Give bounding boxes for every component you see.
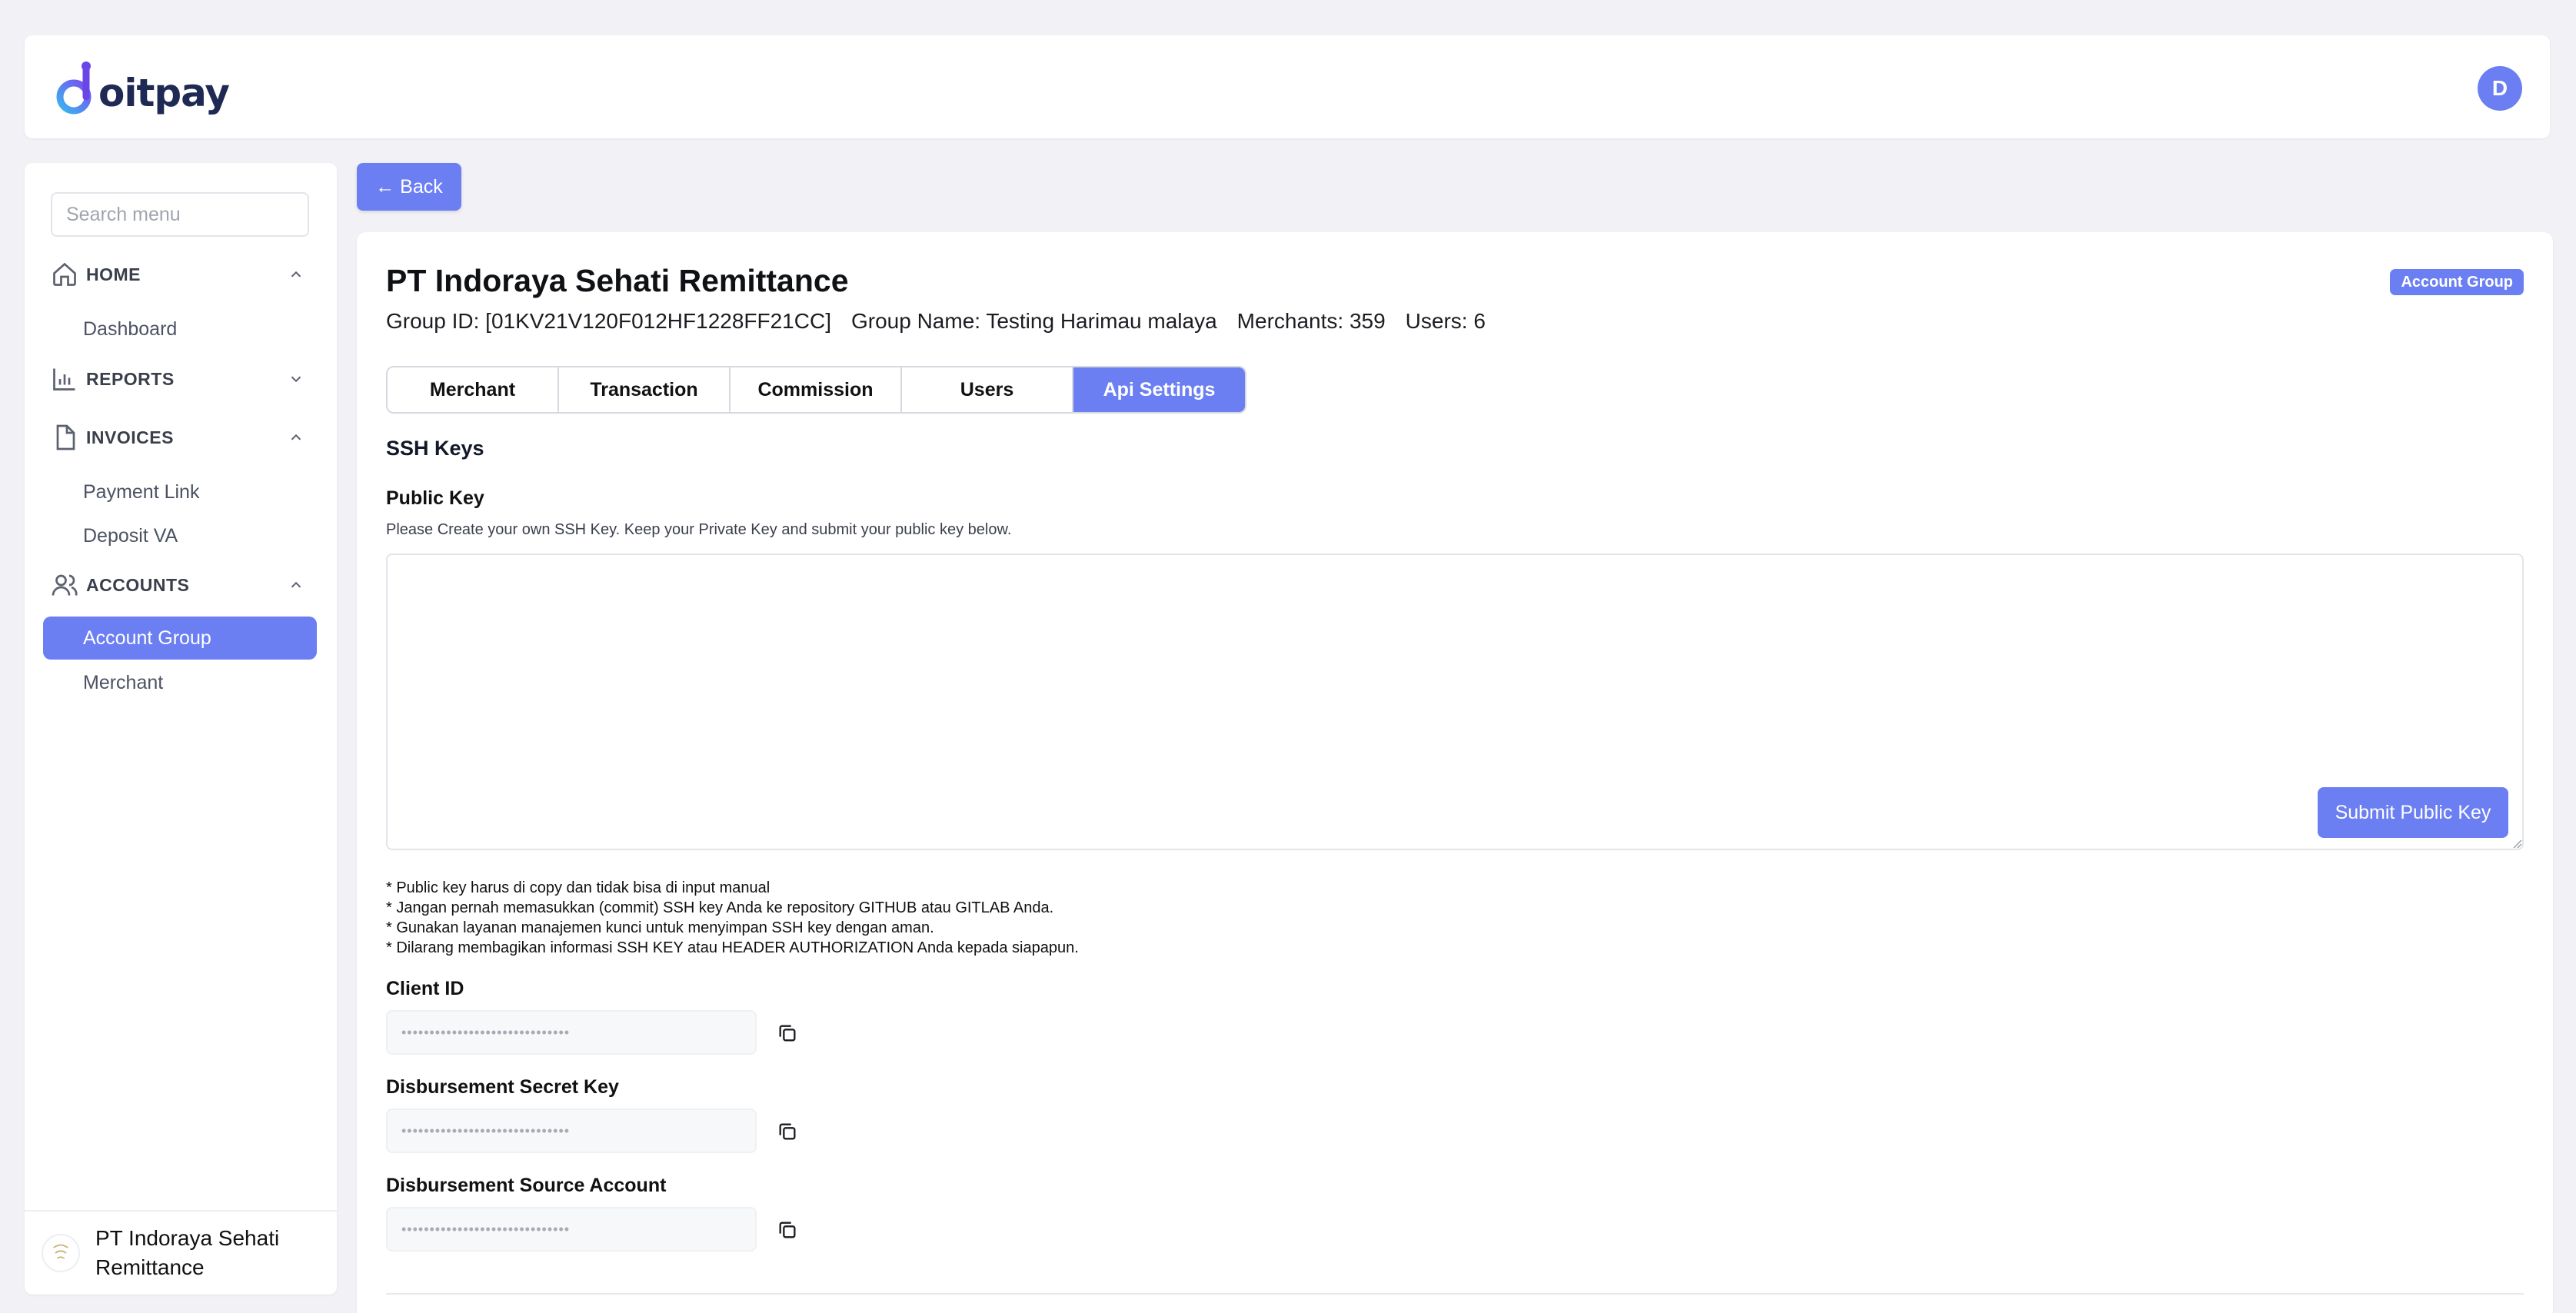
disbursement-secret-key-field[interactable]: •••••••••••••••••••••••••••••• [386,1109,757,1153]
document-icon [56,424,75,450]
chevron-down-icon[interactable] [288,371,305,387]
home-icon [53,262,76,286]
disbursement-secret-key-label: Disbursement Secret Key [386,1076,619,1098]
disbursement-source-account-label: Disbursement Source Account [386,1175,667,1196]
back-button[interactable]: ← Back [357,163,461,211]
nav-section-label: ACCOUNTS [86,574,190,595]
bar-chart-icon [53,368,75,391]
group-name: Group Name: Testing Harimau malaya [850,309,1217,333]
tab-commission[interactable]: Commission [731,367,902,412]
resize-handle-icon[interactable] [2510,836,2522,849]
company-logo [42,1234,80,1272]
tab-users[interactable]: Users [902,367,1073,412]
group-id: Group ID: [01KV21V120F012HF1228FF21CC] [386,309,831,333]
tab-merchant[interactable]: Merchant [388,367,559,412]
disbursement-source-account-field[interactable]: •••••••••••••••••••••••••••••• [386,1207,757,1252]
chevron-up-icon[interactable] [288,266,305,283]
merchant-count: Merchants: 359 [1236,309,1386,333]
nav-section-reports[interactable]: REPORTS [51,360,312,398]
public-key-helper: Please Create your own SSH Key. Keep you… [386,521,1012,538]
logo-wordmark: oitpay [98,71,230,115]
note-line: * Jangan pernah memasukkan (commit) SSH … [386,899,1054,916]
doitpay-logo-mark-icon [56,61,92,115]
nav-section-label: INVOICES [86,427,174,447]
sidebar-item-merchant[interactable]: Merchant [43,661,317,704]
users-icon [52,574,78,596]
section-divider [386,1293,2524,1295]
copy-source-account-button[interactable] [772,1215,803,1245]
note-line: * Dilarang membagikan informasi SSH KEY … [386,939,1079,956]
main-card: PT Indoraya Sehati Remittance Account Gr… [357,232,2553,1313]
client-id-label: Client ID [386,978,464,999]
sidebar-item-dashboard[interactable]: Dashboard [43,307,317,351]
copy-icon [779,1123,796,1140]
submit-public-key-button[interactable]: Submit Public Key [2318,787,2508,838]
copy-icon [779,1025,796,1042]
copy-client-id-button[interactable] [772,1018,803,1049]
nav-section-accounts[interactable]: ACCOUNTS [51,566,312,604]
note-line: * Public key harus di copy dan tidak bis… [386,879,770,896]
sidebar-item-account-group[interactable]: Account Group [43,617,317,660]
nav-section-label: REPORTS [86,368,175,389]
copy-icon [779,1222,796,1238]
sidebar-footer-account[interactable]: PT Indoraya Sehati Remittance [25,1210,337,1295]
chevron-up-icon[interactable] [288,577,305,593]
page-title: PT Indoraya Sehati Remittance [386,263,849,298]
note-line: * Gunakan layanan manajemen kunci untuk … [386,919,934,936]
public-key-textarea[interactable] [386,553,2524,850]
doitpay-logo[interactable]: oitpay [54,57,230,118]
account-group-badge: Account Group [2390,269,2524,295]
chevron-up-icon[interactable] [288,429,305,446]
client-id-field[interactable]: •••••••••••••••••••••••••••••• [386,1010,757,1055]
nav-section-home[interactable]: HOME [51,255,312,294]
user-avatar[interactable]: D [2478,66,2522,111]
tab-api-settings[interactable]: Api Settings [1073,367,1245,412]
group-meta: Group ID: [01KV21V120F012HF1228FF21CC] G… [386,309,1486,334]
ssh-notes: * Public key harus di copy dan tidak bis… [386,878,1079,958]
nav-section-invoices[interactable]: INVOICES [51,418,312,457]
public-key-label: Public Key [386,487,484,509]
sidebar-item-deposit-va[interactable]: Deposit VA [43,514,317,557]
nav-section-label: HOME [86,264,141,284]
user-count: Users: 6 [1405,309,1486,333]
top-header: oitpay D [25,35,2550,138]
search-menu-input[interactable] [51,192,309,237]
company-logo-icon [53,1244,68,1259]
tab-bar: Merchant Transaction Commission Users Ap… [386,366,1246,414]
ssh-keys-heading: SSH Keys [386,437,484,460]
sidebar: HOME Dashboard REPORTS INVOICES Payment … [25,163,337,1295]
company-name: PT Indoraya Sehati Remittance [95,1226,280,1279]
tab-transaction[interactable]: Transaction [559,367,731,412]
copy-secret-key-button[interactable] [772,1116,803,1147]
sidebar-item-payment-link[interactable]: Payment Link [43,470,317,514]
